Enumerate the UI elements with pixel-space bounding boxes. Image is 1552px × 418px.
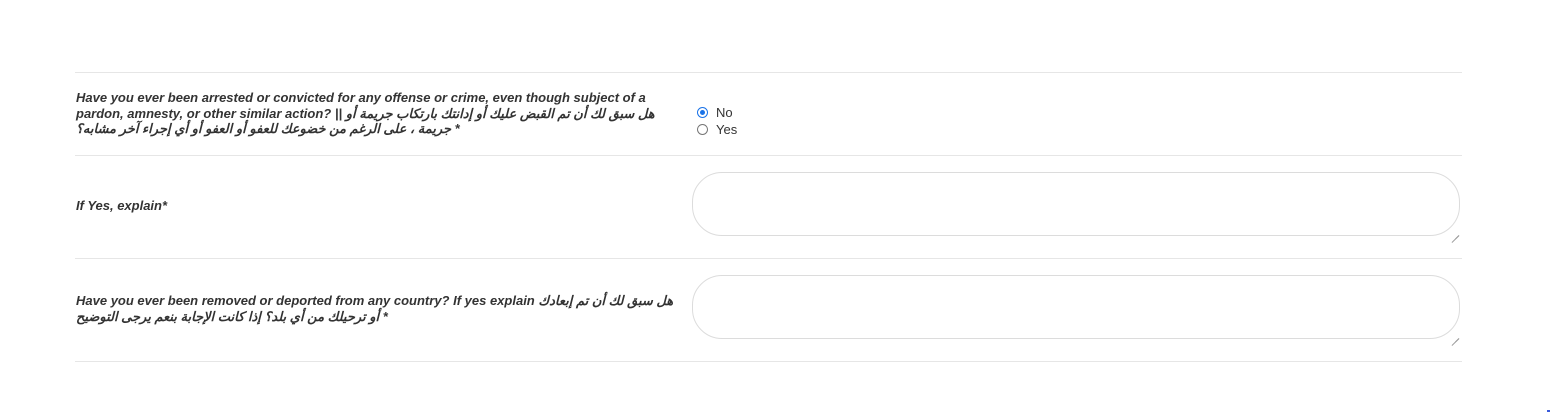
resize-handle-icon[interactable] xyxy=(1451,331,1459,339)
radio-no[interactable] xyxy=(697,106,708,118)
application-form: Have you ever been arrested or convicted… xyxy=(0,0,1552,418)
divider xyxy=(75,361,1462,362)
corner-mark xyxy=(1547,410,1550,412)
arrested-question-label: Have you ever been arrested or convicted… xyxy=(76,90,655,136)
radio-option-no[interactable]: No xyxy=(697,104,737,120)
divider xyxy=(75,155,1462,156)
radio-yes[interactable] xyxy=(697,123,708,135)
explain-question-label: If Yes, explain* xyxy=(76,198,168,213)
explain-textarea[interactable] xyxy=(692,172,1460,236)
radio-no-label[interactable]: No xyxy=(716,105,733,120)
arrested-radio-group: No Yes xyxy=(697,104,737,138)
deported-question-label: Have you ever been removed or deported f… xyxy=(76,293,674,324)
deported-textarea[interactable] xyxy=(692,275,1460,339)
resize-handle-icon[interactable] xyxy=(1451,228,1459,236)
radio-yes-label[interactable]: Yes xyxy=(716,122,737,137)
radio-option-yes[interactable]: Yes xyxy=(697,121,737,137)
divider xyxy=(75,258,1462,259)
divider xyxy=(75,72,1462,73)
